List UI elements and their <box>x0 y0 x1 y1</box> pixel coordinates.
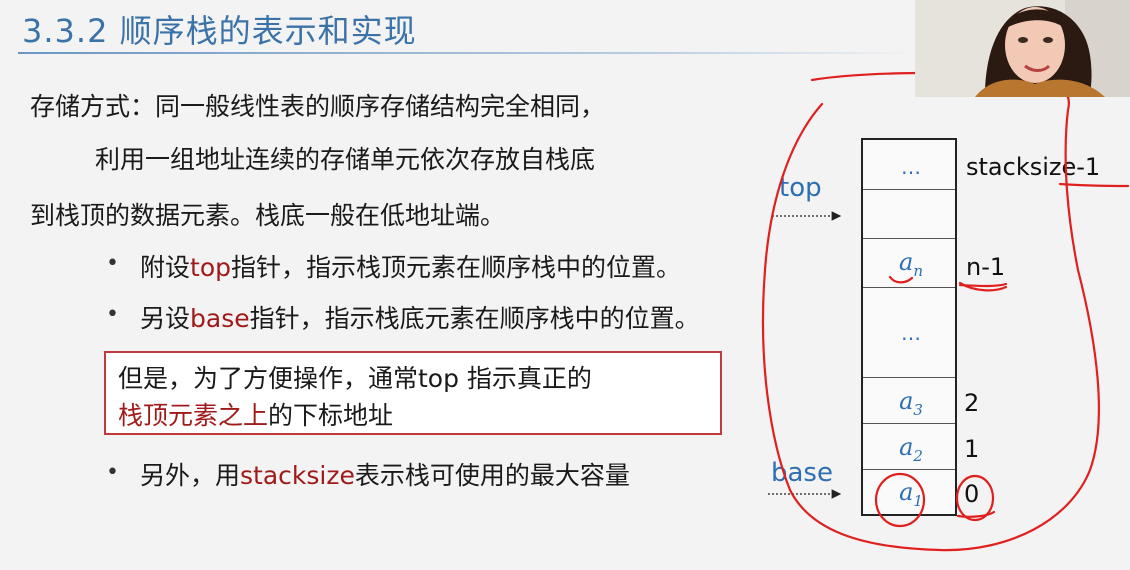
underline-stacksize <box>1058 182 1130 188</box>
mark-an <box>888 275 914 284</box>
circle-a1 <box>874 472 926 528</box>
large-ellipse-stroke <box>761 71 1100 552</box>
webcam-overlay <box>915 0 1130 97</box>
presenter-video-image <box>915 0 1130 97</box>
circle-0 <box>955 474 995 522</box>
red-ink-annotations <box>761 71 1130 552</box>
